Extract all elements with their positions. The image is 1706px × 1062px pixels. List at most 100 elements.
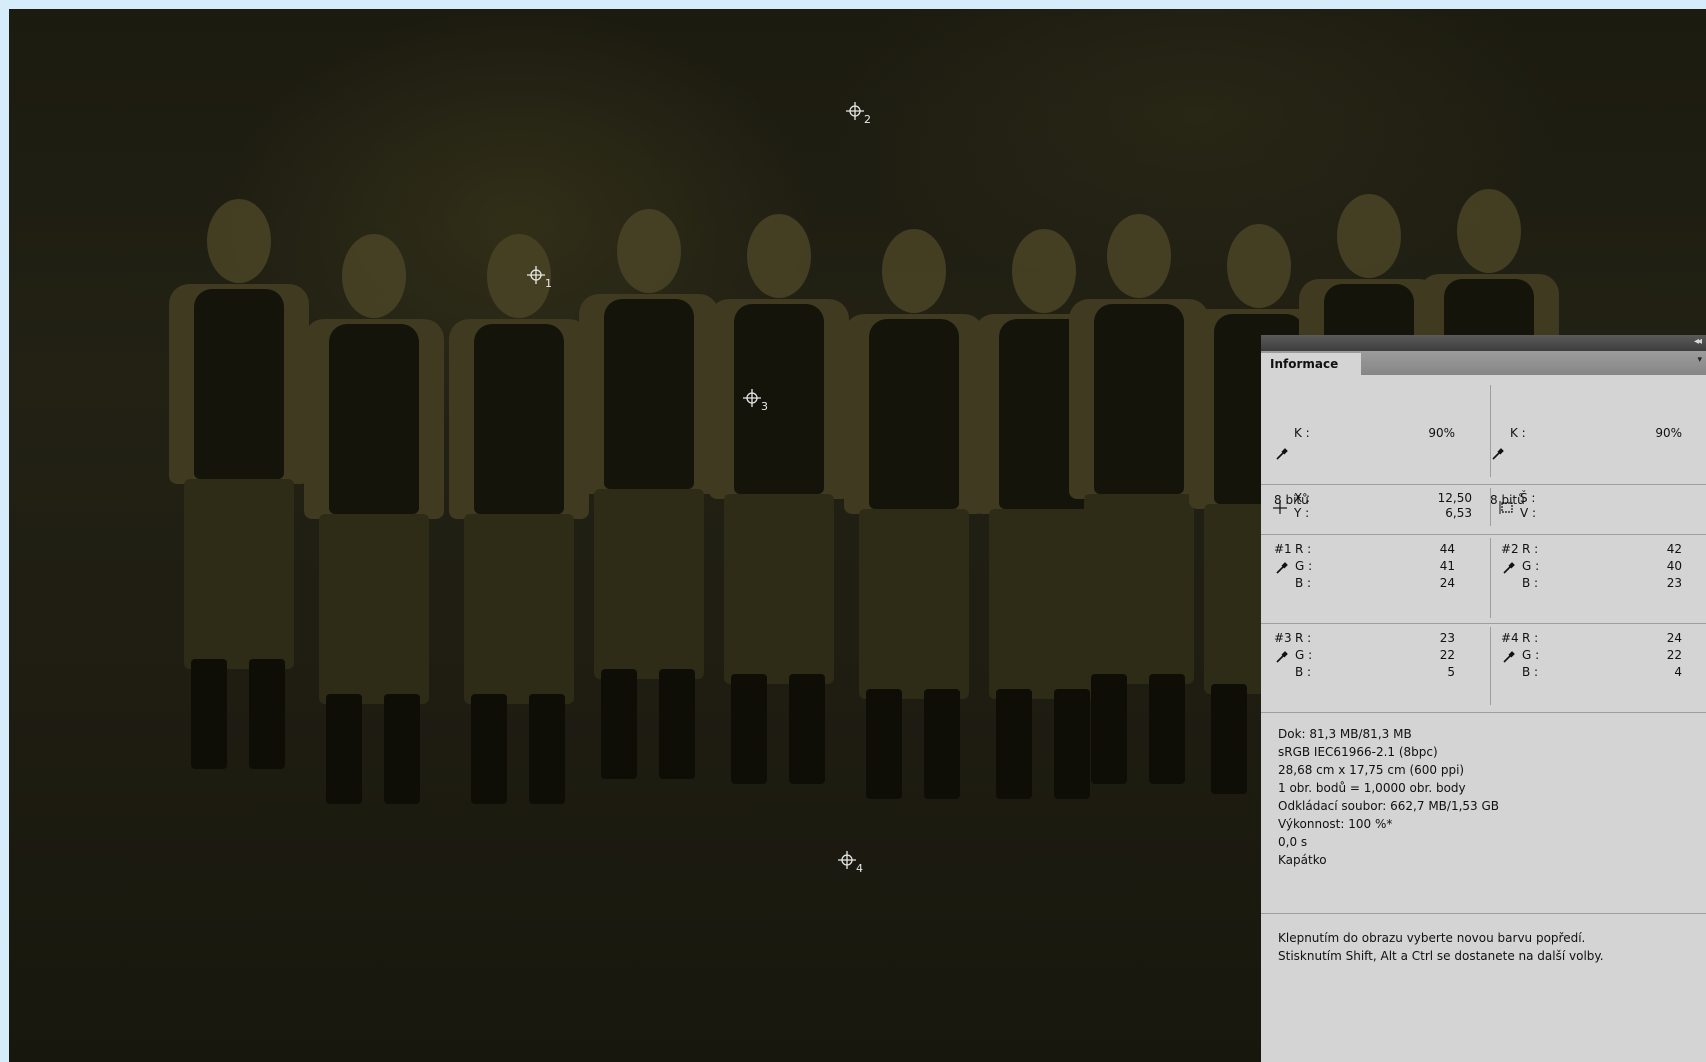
figure-trousers <box>319 514 429 704</box>
figure-trousers <box>724 494 834 684</box>
hint-line-1: Klepnutím do obrazu vyberte novou barvu … <box>1278 931 1586 945</box>
collapse-panel-icon[interactable]: ◂◂ <box>1694 336 1702 347</box>
b-value: 4 <box>1674 665 1682 679</box>
b-label: B : <box>1522 665 1539 679</box>
width-label: Š : <box>1520 491 1536 505</box>
figure-boot <box>1054 689 1090 799</box>
y-value: 6,53 <box>1445 506 1472 520</box>
b-value: 5 <box>1447 665 1455 679</box>
g-label: G : <box>1522 559 1540 573</box>
figure-boot <box>1149 674 1185 784</box>
eyedropper-icon <box>1503 562 1515 574</box>
figure-head <box>342 234 406 318</box>
g-label: G : <box>1522 648 1540 662</box>
x-value: 12,50 <box>1437 491 1472 505</box>
figure-boot <box>249 659 285 769</box>
sampler-prefix: #1 <box>1274 542 1292 556</box>
figure-trousers <box>859 509 969 699</box>
sampler-number: 3 <box>761 400 768 413</box>
k-label: K : <box>1294 426 1310 440</box>
figure-head <box>617 209 681 293</box>
figure-head <box>882 229 946 313</box>
r-value: 24 <box>1666 631 1682 645</box>
sampler-1-readout[interactable]: #1 R : G : B : 44 41 24 <box>1261 535 1471 621</box>
figure-boot <box>601 669 637 779</box>
r-label: R : <box>1295 542 1312 556</box>
figure-boot <box>471 694 507 804</box>
dimensions-line: 28,68 cm x 17,75 cm (600 ppi) <box>1278 763 1465 777</box>
sampler-2-readout[interactable]: #2 R : G : B : 42 40 23 <box>1488 535 1698 621</box>
figure-vest <box>869 319 959 509</box>
coordinates-section: X : Y : 12,50 6,53 Š : V : <box>1261 485 1706 531</box>
height-label: V : <box>1520 506 1537 520</box>
r-value: 42 <box>1666 542 1682 556</box>
sampler-prefix: #4 <box>1501 631 1519 645</box>
sampler-number: 4 <box>856 862 863 875</box>
figure-head <box>1457 189 1521 273</box>
figure-head <box>207 199 271 283</box>
figure-head <box>1227 224 1291 308</box>
figure-trousers <box>989 509 1099 699</box>
timing-line: 0,0 s <box>1278 835 1308 849</box>
k-label: K : <box>1510 426 1526 440</box>
figure-head <box>1012 229 1076 313</box>
sampler-number: 1 <box>545 277 552 290</box>
figure-trousers <box>464 514 574 704</box>
figure-boot <box>529 694 565 804</box>
sampler-row-3-4: #3 R : G : B : 23 22 5 #4 R : G : B : 24… <box>1261 624 1706 708</box>
sampler-row-1-2: #1 R : G : B : 44 41 24 #2 R : G : B : 4… <box>1261 535 1706 621</box>
r-value: 44 <box>1439 542 1455 556</box>
k-value: 90% <box>1655 426 1682 440</box>
scratch-size-line: Odkládací soubor: 662,7 MB/1,53 GB <box>1278 799 1500 813</box>
figure-head <box>1107 214 1171 298</box>
g-label: G : <box>1295 559 1313 573</box>
g-value: 22 <box>1666 648 1682 662</box>
figure-vest <box>474 324 564 514</box>
doc-size-line: Dok: 81,3 MB/81,3 MB <box>1278 727 1412 741</box>
y-label: Y : <box>1294 506 1310 520</box>
eyedropper-icon <box>1276 562 1288 574</box>
figure-boot <box>924 689 960 799</box>
figure-head <box>1337 194 1401 278</box>
eyedropper-icon <box>1492 448 1504 460</box>
figure-vest <box>604 299 694 489</box>
color-sampler-2[interactable]: 2 <box>846 102 876 132</box>
figure-head <box>747 214 811 298</box>
x-label: X : <box>1294 491 1311 505</box>
efficiency-line: Výkonnost: 100 %* <box>1278 817 1393 831</box>
panel-menu-icon[interactable]: ▾ <box>1697 355 1702 365</box>
figure-boot <box>789 674 825 784</box>
g-value: 22 <box>1439 648 1455 662</box>
sampler-number: 2 <box>864 113 871 126</box>
r-label: R : <box>1522 542 1539 556</box>
g-value: 40 <box>1666 559 1682 573</box>
k-value: 90% <box>1428 426 1455 440</box>
k-readout-right: K : 90% 8 bitů <box>1488 375 1698 507</box>
eyedropper-icon <box>1276 448 1288 460</box>
color-profile-line: sRGB IEC61966-2.1 (8bpc) <box>1278 745 1438 759</box>
r-label: R : <box>1522 631 1539 645</box>
figure-boot <box>191 659 227 769</box>
tab-informace[interactable]: Informace <box>1261 353 1361 375</box>
sampler-3-readout[interactable]: #3 R : G : B : 23 22 5 <box>1261 624 1471 708</box>
g-label: G : <box>1295 648 1313 662</box>
pixel-aspect-line: 1 obr. bodů = 1,0000 obr. body <box>1278 781 1466 795</box>
color-sampler-3[interactable]: 3 <box>743 389 773 419</box>
document-info: Dok: 81,3 MB/81,3 MB sRGB IEC61966-2.1 (… <box>1261 725 1706 885</box>
selection-size-icon <box>1499 501 1513 514</box>
b-value: 24 <box>1439 576 1455 590</box>
r-value: 23 <box>1439 631 1455 645</box>
b-value: 23 <box>1666 576 1682 590</box>
b-label: B : <box>1522 576 1539 590</box>
color-sampler-4[interactable]: 4 <box>838 851 868 881</box>
figure-boot <box>326 694 362 804</box>
color-sampler-1[interactable]: 1 <box>527 266 557 296</box>
figure-trousers <box>594 489 704 679</box>
figure-trousers <box>1084 494 1194 684</box>
sampler-prefix: #2 <box>1501 542 1519 556</box>
panel-title-bar[interactable]: ◂◂ <box>1261 335 1706 351</box>
figure-boot <box>866 689 902 799</box>
sampler-4-readout[interactable]: #4 R : G : B : 24 22 4 <box>1488 624 1698 708</box>
crosshair-icon <box>1273 500 1287 514</box>
panel-tab-bar: Informace ▾ <box>1261 351 1706 375</box>
